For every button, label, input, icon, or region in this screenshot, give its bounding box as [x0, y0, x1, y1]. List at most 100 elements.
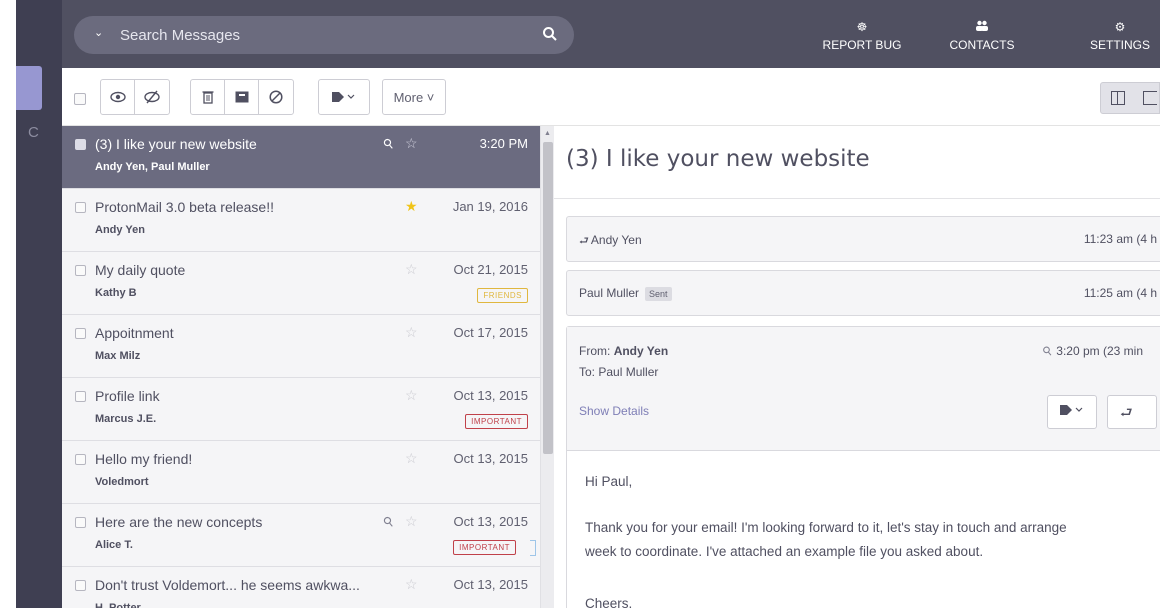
top-header: ⌄ ☸ REPORT BUG CONTACTS ⚙ SETTINGS: [62, 0, 1160, 68]
message-checkbox[interactable]: [75, 580, 86, 591]
message-list-scrollbar[interactable]: ▲: [540, 126, 554, 608]
refresh-icon[interactable]: C: [28, 124, 39, 141]
thread-sender: ⮐ Andy Yen: [579, 232, 642, 251]
nav-report-bug[interactable]: ☸ REPORT BUG: [822, 20, 902, 52]
message-subject: Profile link: [95, 388, 160, 404]
message-date: 3:20 PM: [479, 136, 528, 151]
search-icon[interactable]: [542, 26, 558, 42]
label-badge: IMPORTANT: [465, 414, 528, 429]
star-icon[interactable]: ☆: [405, 450, 418, 467]
body-signoff: Cheers,: [585, 596, 633, 608]
thread-sender-name: Andy Yen: [590, 233, 642, 247]
message-checkbox[interactable]: [75, 202, 86, 213]
bug-icon: ☸: [856, 20, 868, 34]
search-input[interactable]: [120, 16, 520, 54]
reading-pane: (3) I like your new website ⮐ Andy Yen 11…: [554, 126, 1160, 608]
open-message: From: Andy Yen To: Paul Muller Show Deta…: [566, 326, 1160, 608]
message-checkbox[interactable]: [75, 139, 86, 150]
archive-icon[interactable]: [225, 80, 259, 114]
thread-message-collapsed[interactable]: ⮐ Andy Yen 11:23 am (4 h: [566, 216, 1160, 262]
message-row[interactable]: (3) I like your new website Andy Yen, Pau…: [62, 126, 540, 189]
label-overflow-indicator: [530, 540, 536, 556]
layout-toggle[interactable]: [1100, 82, 1160, 114]
actions-group: [190, 79, 294, 115]
message-subject: (3) I like your new website: [95, 136, 257, 152]
gears-icon: ⚙: [1114, 20, 1126, 34]
message-checkbox[interactable]: [75, 328, 86, 339]
label-icon: [1060, 405, 1083, 415]
mark-unread-icon[interactable]: [135, 80, 169, 114]
scrollbar-thumb[interactable]: [543, 142, 553, 454]
label-badge: FRIENDS: [477, 288, 528, 303]
message-date: Oct 13, 2015: [453, 577, 528, 592]
scroll-up-arrow-icon[interactable]: ▲: [544, 130, 551, 137]
message-row[interactable]: ProtonMail 3.0 beta release!! Andy Yen ★ Ja…: [62, 189, 540, 252]
message-header: From: Andy Yen To: Paul Muller Show Deta…: [567, 327, 1160, 451]
thread-message-collapsed[interactable]: Paul Muller Sent 11:25 am (4 h: [566, 270, 1160, 316]
read-state-group: [100, 79, 170, 115]
message-date: Oct 13, 2015: [453, 514, 528, 529]
message-subject: My daily quote: [95, 262, 186, 278]
subject-divider: [554, 198, 1160, 199]
star-icon[interactable]: ☆: [405, 576, 418, 593]
row-layout-icon[interactable]: [1143, 91, 1157, 105]
message-list: (3) I like your new website Andy Yen, Pau…: [62, 126, 540, 608]
message-sender: H. Potter: [95, 602, 141, 608]
message-sender: Max Milz: [95, 350, 141, 362]
select-all-checkbox[interactable]: [74, 93, 86, 105]
message-subject: ProtonMail 3.0 beta release!!: [95, 199, 274, 215]
label-icon[interactable]: [319, 80, 369, 114]
toolbar: More ˅: [62, 68, 1160, 126]
label-badge: IMPORTANT: [453, 540, 516, 555]
nav-contacts-label: CONTACTS: [949, 38, 1015, 52]
message-subject: Hello my friend!: [95, 451, 193, 467]
message-date: Oct 17, 2015: [453, 325, 528, 340]
label-dropdown[interactable]: [318, 79, 370, 115]
message-date: Oct 21, 2015: [453, 262, 528, 277]
message-row[interactable]: Appoitnment Max Milz ☆ Oct 17, 2015: [62, 315, 540, 378]
spam-icon[interactable]: [259, 80, 293, 114]
star-icon[interactable]: ☆: [405, 135, 418, 152]
message-sender: Kathy B: [95, 287, 137, 299]
star-icon[interactable]: ☆: [405, 387, 418, 404]
message-label-dropdown[interactable]: [1047, 395, 1097, 429]
message-checkbox[interactable]: [75, 517, 86, 528]
sent-badge: Sent: [645, 287, 672, 301]
message-sender: Andy Yen: [95, 224, 145, 236]
message-row[interactable]: My daily quote Kathy B ☆ Oct 21, 2015 FRIEND…: [62, 252, 540, 315]
message-subject: Here are the new concepts: [95, 514, 263, 530]
message-checkbox[interactable]: [75, 265, 86, 276]
show-details-link[interactable]: Show Details: [579, 404, 649, 418]
from-name[interactable]: Andy Yen: [614, 344, 668, 358]
message-row[interactable]: Don't trust Voldemort... he seems awkwa.…: [62, 567, 540, 608]
reply-icon: ⮐: [579, 235, 589, 247]
message-time-text: 3:20 pm (23 min: [1056, 344, 1143, 358]
more-dropdown[interactable]: More ˅: [382, 79, 446, 115]
message-row[interactable]: Profile link Marcus J.E. ☆ Oct 13, 2015 IMPO…: [62, 378, 540, 441]
message-subject: Appoitnment: [95, 325, 174, 341]
message-row[interactable]: Here are the new concepts Alice T. ⚲ ☆ Oct 1…: [62, 504, 540, 567]
nav-settings-label: SETTINGS: [1089, 38, 1150, 52]
from-line: From: Andy Yen: [579, 344, 668, 358]
users-icon: [942, 20, 1022, 34]
nav-contacts[interactable]: CONTACTS: [942, 20, 1022, 52]
star-icon[interactable]: ★: [405, 198, 418, 215]
message-sender: Andy Yen, Paul Muller: [95, 161, 210, 173]
message-checkbox[interactable]: [75, 454, 86, 465]
nav-settings[interactable]: ⚙ SETTINGS: [1080, 20, 1160, 52]
star-icon[interactable]: ☆: [405, 324, 418, 341]
nav-report-bug-label: REPORT BUG: [822, 38, 902, 52]
reply-button[interactable]: ⮐: [1107, 395, 1157, 429]
star-icon[interactable]: ☆: [405, 261, 418, 278]
mark-read-icon[interactable]: [101, 80, 135, 114]
message-date: Jan 19, 2016: [452, 199, 528, 214]
star-icon[interactable]: ☆: [405, 513, 418, 530]
column-layout-icon[interactable]: [1111, 91, 1125, 105]
body-line: Thank you for your email! I'm looking fo…: [585, 520, 1067, 535]
message-row[interactable]: Hello my friend! Voledmort ☆ Oct 13, 2015: [62, 441, 540, 504]
trash-icon[interactable]: [191, 80, 225, 114]
message-time: ⚲3:20 pm (23 min: [1040, 343, 1143, 359]
search-options-chevron-icon[interactable]: ⌄: [94, 26, 103, 39]
message-date: Oct 13, 2015: [453, 451, 528, 466]
message-checkbox[interactable]: [75, 391, 86, 402]
